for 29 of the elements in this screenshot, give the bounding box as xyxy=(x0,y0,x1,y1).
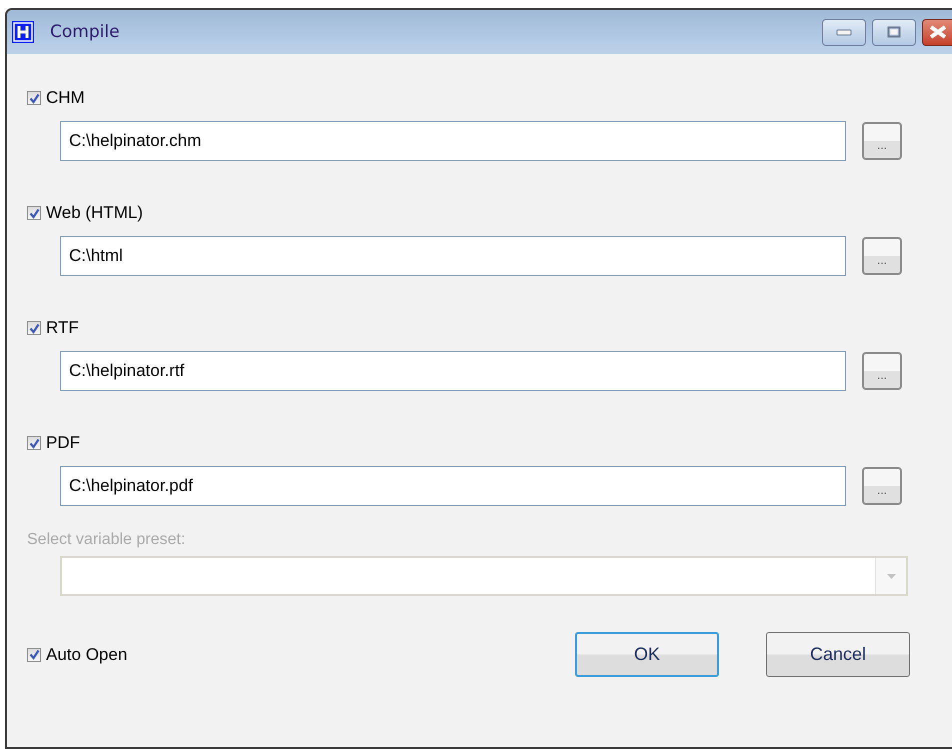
close-icon xyxy=(928,25,948,39)
path-field[interactable]: C:\helpinator.rtf xyxy=(60,351,846,391)
maximize-button[interactable] xyxy=(872,18,916,46)
dialog-button[interactable]: Cancel xyxy=(766,632,910,677)
checkbox-label: RTF xyxy=(46,318,79,338)
dialog-button[interactable]: OK xyxy=(575,632,719,677)
checkbox[interactable] xyxy=(27,648,41,662)
checkbox[interactable] xyxy=(27,321,41,335)
checkbox[interactable] xyxy=(27,436,41,450)
preset-label: Select variable preset: xyxy=(27,531,186,549)
maximize-icon xyxy=(887,26,901,38)
checkbox-label: CHM xyxy=(46,88,85,108)
browse-button[interactable]: ... xyxy=(862,352,902,390)
checkbox-label: PDF xyxy=(46,433,80,453)
window-title: Compile xyxy=(50,22,120,42)
browse-button[interactable]: ... xyxy=(862,237,902,275)
browse-button[interactable]: ... xyxy=(862,122,902,160)
app-icon xyxy=(12,21,34,43)
path-field[interactable]: C:\html xyxy=(60,236,846,276)
checkbox[interactable] xyxy=(27,91,41,105)
checkbox-label: Web (HTML) xyxy=(46,203,143,223)
checkbox-label: Auto Open xyxy=(46,644,128,664)
path-field[interactable]: C:\helpinator.chm xyxy=(60,121,846,161)
minimize-icon xyxy=(836,28,852,36)
browse-button[interactable]: ... xyxy=(862,467,902,505)
close-button[interactable] xyxy=(922,18,952,46)
checkbox[interactable] xyxy=(27,206,41,220)
path-field[interactable]: C:\helpinator.pdf xyxy=(60,466,846,506)
minimize-button[interactable] xyxy=(822,18,866,46)
